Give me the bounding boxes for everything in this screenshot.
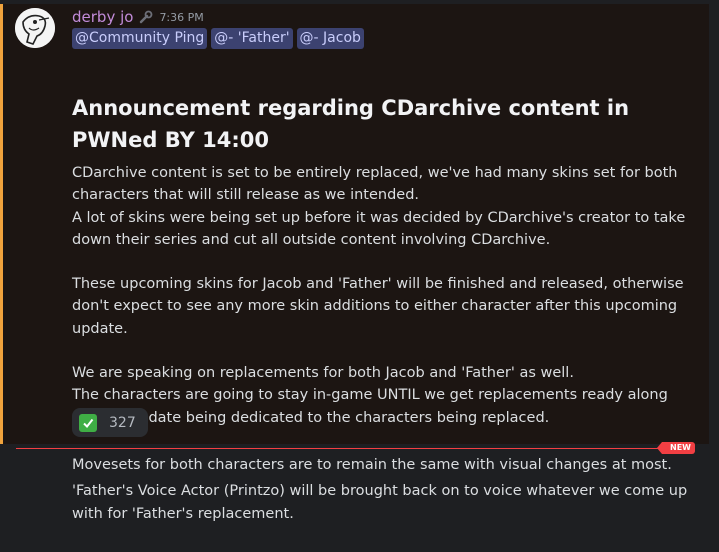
new-messages-divider bbox=[16, 448, 664, 449]
avatar-illustration bbox=[15, 8, 55, 48]
following-messages: Movesets for both characters are to rema… bbox=[72, 454, 707, 525]
mention-list: @Community Ping @- 'Father' @- Jacob bbox=[72, 28, 364, 49]
mention-father[interactable]: @- 'Father' bbox=[211, 28, 293, 49]
mention-community-ping[interactable]: @Community Ping bbox=[72, 28, 208, 49]
new-badge: NEW bbox=[657, 442, 695, 454]
bottom-bar bbox=[0, 546, 719, 552]
announcement-heading: Announcement regarding CDarchive content… bbox=[72, 96, 630, 152]
body-line: We are speaking on replacements for both… bbox=[72, 365, 574, 382]
reaction-check[interactable]: 327 bbox=[72, 408, 148, 437]
body-line: These upcoming skins for Jacob and 'Fath… bbox=[72, 276, 684, 337]
author-name[interactable]: derby jo bbox=[72, 8, 133, 26]
check-mark-icon bbox=[79, 413, 97, 432]
body-line: The characters are going to stay in-game… bbox=[72, 387, 668, 426]
wrench-icon bbox=[140, 10, 153, 24]
body-line bbox=[72, 251, 702, 273]
body-line: CDarchive content is set to be entirely … bbox=[72, 165, 678, 204]
avatar[interactable] bbox=[15, 8, 55, 48]
body-line bbox=[72, 340, 702, 362]
following-message[interactable]: 'Father's Voice Actor (Printzo) will be … bbox=[72, 480, 707, 525]
message-body: CDarchive content is set to be entirely … bbox=[72, 162, 702, 429]
reaction-count: 327 bbox=[109, 414, 136, 431]
message-header: derby jo 7:36 PM bbox=[72, 7, 204, 27]
following-message[interactable]: Movesets for both characters are to rema… bbox=[72, 454, 707, 476]
message-timestamp[interactable]: 7:36 PM bbox=[159, 11, 203, 24]
body-line: A lot of skins were being set up before … bbox=[72, 209, 686, 248]
mention-jacob[interactable]: @- Jacob bbox=[296, 28, 364, 49]
